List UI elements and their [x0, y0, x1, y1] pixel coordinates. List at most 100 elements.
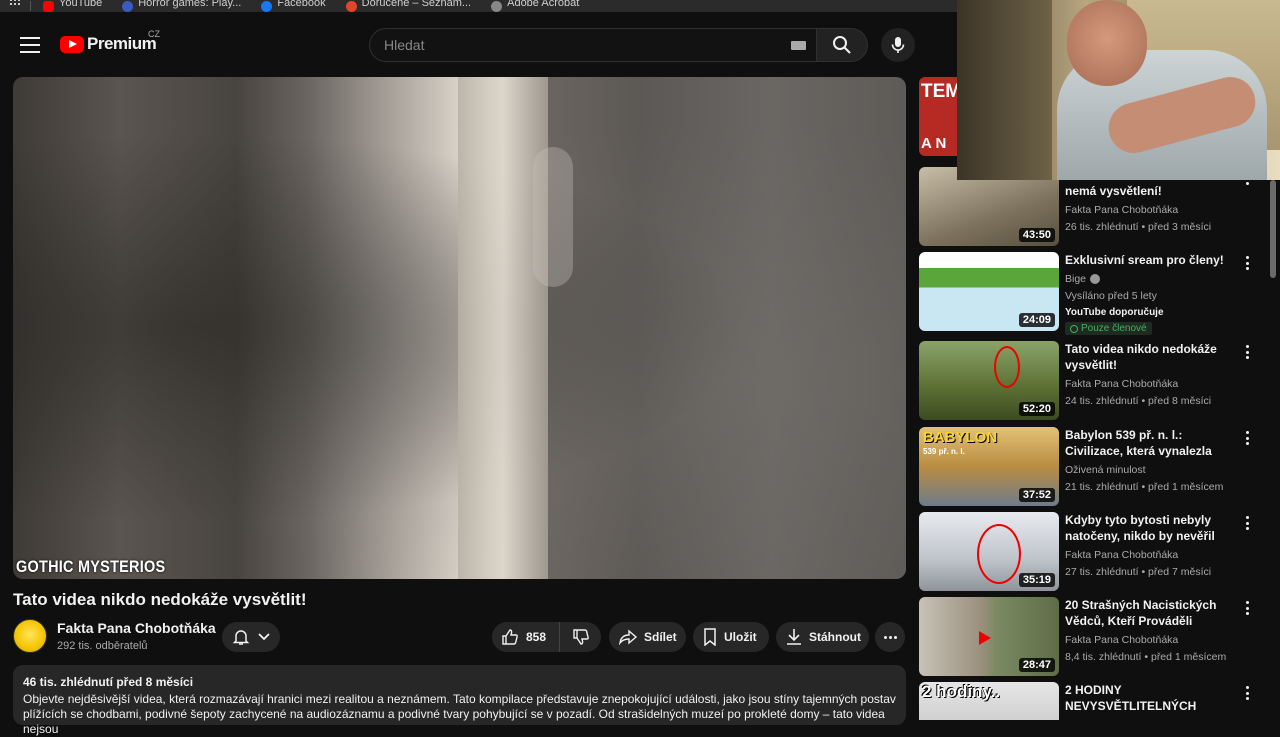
recommendation-item[interactable]: BABYLON 539 př. n. l. 37:52 Babylon 539 …	[919, 427, 1269, 507]
horror-games-favicon-icon	[122, 0, 134, 12]
search-icon	[833, 36, 851, 54]
recommendation-note: YouTube doporučuje	[1065, 307, 1164, 318]
recommendation-item[interactable]: 2 hodiny.. 2 HODINY NEVYSVĚTLITELNÝCH ZM…	[919, 682, 1269, 720]
recommendation-item[interactable]: 28:47 20 Strašných Nacistických Vědců, K…	[919, 597, 1269, 677]
recommendation-menu-icon[interactable]	[1245, 256, 1249, 270]
webcam-overlay	[957, 0, 1280, 180]
arrow-icon	[979, 631, 991, 645]
recommendation-item[interactable]: 24:09 Exklusivní sream pro členy! Bige V…	[919, 252, 1269, 335]
recommendation-menu-icon[interactable]	[1245, 601, 1249, 615]
bookmark-seznam[interactable]: Doručené – Seznam...	[345, 0, 471, 12]
bookmark-facebook[interactable]: Facebook	[261, 0, 326, 12]
thumbnail-subtext: 539 př. n. l.	[923, 447, 965, 456]
recommendation-views: Vysíláno před 5 lety	[1065, 290, 1157, 302]
video-thumbnail[interactable]: 52:20	[919, 341, 1059, 420]
video-player[interactable]: GOTHIC MYSTERIOS	[13, 77, 906, 579]
recommendation-views: 21 tis. zhlédnutí • před 1 měsícem	[1065, 481, 1224, 493]
members-only-badge: Pouze členové	[1065, 322, 1152, 335]
youtube-play-icon	[60, 35, 84, 53]
logo-text: Premium	[87, 34, 157, 53]
recommendation-title[interactable]: 20 Strašných Nacistických Vědců, Kteří P…	[1065, 597, 1237, 629]
duration-badge: 37:52	[1018, 488, 1055, 502]
highlight-circle	[977, 524, 1021, 584]
recommendation-channel: Fakta Pana Chobotňáka	[1065, 204, 1179, 216]
recommendation-title[interactable]: nemá vysvětlení!	[1065, 183, 1237, 199]
channel-name[interactable]: Fakta Pana Chobotňáka	[57, 620, 216, 636]
scrollbar-thumb[interactable]	[1270, 180, 1276, 278]
description-line-1: Objevte nejděsivější videa, která rozmaz…	[23, 692, 896, 706]
recommendation-menu-icon[interactable]	[1245, 431, 1249, 445]
like-dislike-group: 858	[492, 622, 601, 652]
channel-avatar[interactable]	[13, 619, 47, 653]
view-count-date: 46 tis. zhlédnutí před 8 měsíci	[23, 675, 194, 689]
chevron-down-icon	[258, 633, 270, 641]
voice-search-button[interactable]	[881, 28, 915, 62]
thumbnail-text: 2 hodiny..	[922, 682, 1001, 701]
thumbnail-text: BABYLON	[923, 429, 998, 446]
recommendation-channel: Fakta Pana Chobotňáka	[1065, 378, 1179, 390]
download-icon	[787, 629, 801, 645]
recommendation-title[interactable]: Exklusivní sream pro členy!	[1065, 252, 1237, 268]
search-button[interactable]	[816, 28, 868, 62]
webcam-person-head	[1067, 0, 1147, 86]
recommendation-title[interactable]: Tato videa nikdo nedokáže vysvětlit!	[1065, 341, 1237, 373]
duration-badge: 24:09	[1018, 313, 1055, 327]
share-label: Sdílet	[644, 630, 677, 644]
video-thumbnail[interactable]: 28:47	[919, 597, 1059, 676]
video-watermark: GOTHIC MYSTERIOS	[16, 557, 166, 576]
video-frame-figure	[533, 147, 573, 287]
recommendation-views: 24 tis. zhlédnutí • před 8 měsíci	[1065, 395, 1212, 407]
description-line-2: plížících se chodbami, podivné šepoty za…	[23, 707, 885, 736]
recommendation-title[interactable]: Babylon 539 př. n. l.: Civilizace, která…	[1065, 427, 1237, 459]
channel-owner: Fakta Pana Chobotňáka 292 tis. odběratel…	[13, 619, 216, 653]
more-actions-button[interactable]	[875, 622, 905, 652]
youtube-premium-logo[interactable]: Premium CZ	[60, 29, 160, 54]
video-thumbnail[interactable]: BABYLON 539 př. n. l. 37:52	[919, 427, 1059, 506]
video-thumbnail[interactable]: 2 hodiny..	[919, 682, 1059, 720]
bookmark-adobe-acrobat[interactable]: Adobe Acrobat	[491, 0, 579, 12]
dislike-button[interactable]	[560, 628, 601, 646]
recommendation-title[interactable]: Kdyby tyto bytosti nebyly natočeny, nikd…	[1065, 512, 1237, 544]
recommendation-channel: Oživená minulost	[1065, 464, 1146, 476]
save-button[interactable]: Uložit	[693, 622, 769, 652]
search-box	[369, 28, 816, 62]
duration-badge: 35:19	[1018, 573, 1055, 587]
video-frame-pillar	[458, 77, 548, 579]
like-count: 858	[526, 630, 547, 644]
bookmark-youtube[interactable]: YouTube	[43, 0, 102, 12]
apps-grid-icon[interactable]	[0, 0, 30, 9]
video-thumbnail[interactable]: 35:19	[919, 512, 1059, 591]
recommendation-menu-icon[interactable]	[1245, 516, 1249, 530]
thumbs-up-icon	[502, 629, 518, 645]
recommendation-menu-icon[interactable]	[1245, 686, 1249, 700]
duration-badge: 52:20	[1018, 402, 1055, 416]
recommendation-title[interactable]: 2 HODINY NEVYSVĚTLITELNÝCH ZMIZE...	[1065, 682, 1237, 714]
search-input[interactable]	[384, 37, 764, 53]
bookmark-separator	[30, 1, 31, 11]
download-button[interactable]: Stáhnout	[776, 622, 869, 652]
recommendation-item[interactable]: 35:19 Kdyby tyto bytosti nebyly natočeny…	[919, 512, 1269, 592]
keyboard-icon[interactable]	[791, 41, 806, 50]
recommendation-channel: Fakta Pana Chobotňáka	[1065, 549, 1179, 561]
bookmark-horror-games[interactable]: Horror games: Play...	[122, 0, 241, 12]
like-button[interactable]: 858	[492, 622, 560, 652]
thumbs-down-icon	[572, 629, 589, 645]
duration-badge: 43:50	[1018, 228, 1055, 242]
share-button[interactable]: Sdílet	[609, 622, 686, 652]
share-icon	[619, 629, 638, 645]
recommendation-menu-icon[interactable]	[1245, 345, 1249, 359]
notification-bell-button[interactable]	[222, 622, 280, 652]
thumbnail-text: TEM	[921, 81, 959, 102]
recommendation-channel: Bige	[1065, 273, 1237, 285]
highlight-circle	[994, 346, 1020, 388]
recommendation-thumbnail-partial[interactable]: TEM A N	[919, 77, 959, 156]
description-box[interactable]: 46 tis. zhlédnutí před 8 měsíci Objevte …	[13, 665, 906, 736]
facebook-favicon-icon	[261, 0, 273, 12]
recommendation-views: 26 tis. zhlédnutí • před 3 měsíci	[1065, 221, 1212, 233]
video-thumbnail[interactable]: 24:09	[919, 252, 1059, 331]
duration-badge: 28:47	[1018, 658, 1055, 672]
menu-icon[interactable]	[20, 37, 40, 53]
recommendation-item[interactable]: 52:20 Tato videa nikdo nedokáže vysvětli…	[919, 341, 1269, 421]
verified-icon	[1090, 274, 1101, 284]
webcam-background-door	[957, 0, 1052, 180]
